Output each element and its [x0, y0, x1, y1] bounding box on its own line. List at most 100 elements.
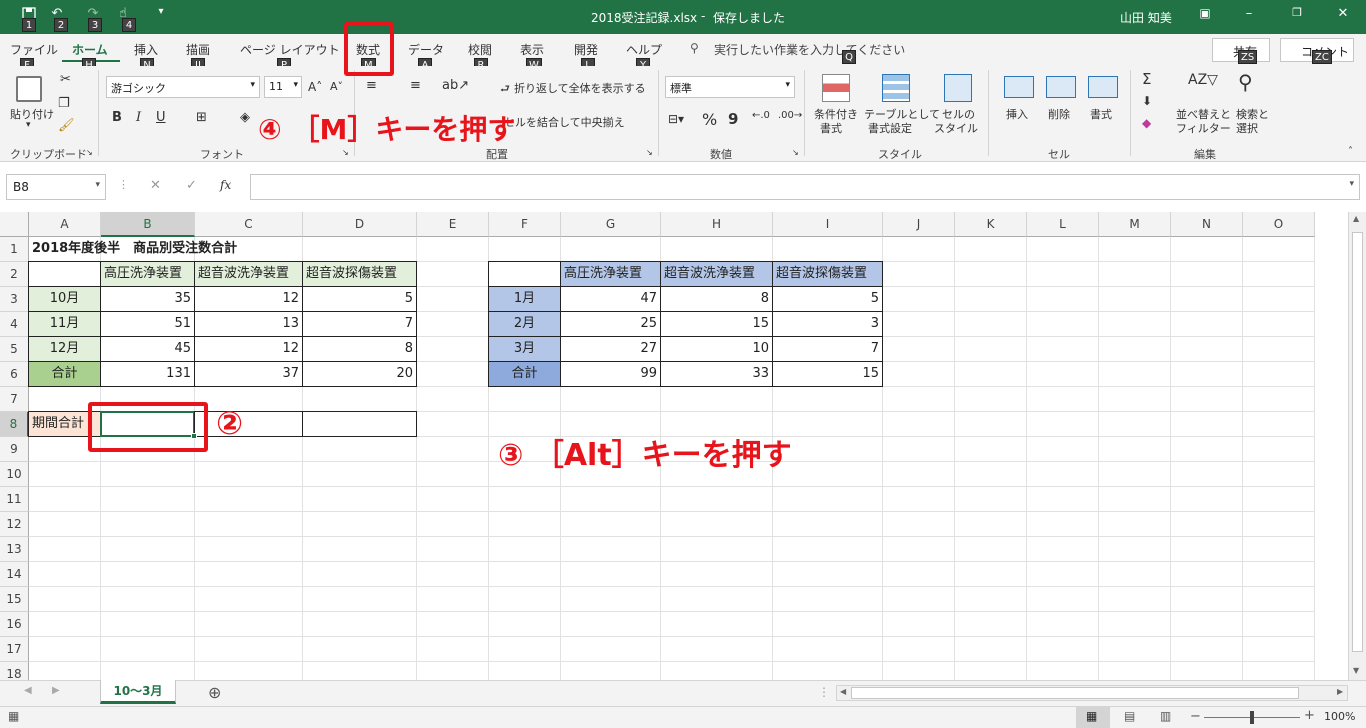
column-header-o[interactable]: O	[1243, 212, 1315, 237]
grid-cell[interactable]	[883, 662, 955, 680]
format-cells-icon[interactable]	[1088, 76, 1118, 98]
select-all-corner[interactable]	[0, 212, 29, 237]
paste-dropdown-icon[interactable]: ▾	[26, 120, 31, 130]
grid-cell[interactable]	[1099, 537, 1171, 562]
grid-cell[interactable]	[101, 562, 195, 587]
grid-cell[interactable]	[1171, 387, 1243, 412]
grid-cell[interactable]	[1171, 437, 1243, 462]
table2-cell[interactable]: 8	[660, 286, 773, 312]
grid-cell[interactable]	[1171, 512, 1243, 537]
grid-cell[interactable]	[1027, 337, 1099, 362]
grid-cell[interactable]	[1099, 662, 1171, 680]
column-header-e[interactable]: E	[417, 212, 489, 237]
grid-cell[interactable]	[1027, 237, 1099, 262]
grid-cell[interactable]	[773, 637, 883, 662]
grid-cell[interactable]	[29, 637, 101, 662]
grid-cell[interactable]	[195, 537, 303, 562]
column-header-h[interactable]: H	[661, 212, 773, 237]
grid-cell[interactable]	[1027, 287, 1099, 312]
formula-input[interactable]: ▾	[250, 174, 1360, 200]
grid-cell[interactable]	[1027, 537, 1099, 562]
number-format-select[interactable]: 標準 ▾	[665, 76, 795, 98]
grid-cell[interactable]	[955, 462, 1027, 487]
grid-cell[interactable]	[1027, 612, 1099, 637]
grid-cell[interactable]	[1099, 562, 1171, 587]
grid-cell[interactable]	[773, 537, 883, 562]
table2-row-label[interactable]: 合計	[488, 361, 561, 387]
comma-button[interactable]: 9	[728, 110, 738, 128]
tab-page-layout[interactable]: ページ レイアウト	[240, 41, 340, 58]
grid-cell[interactable]	[1171, 587, 1243, 612]
column-header-k[interactable]: K	[955, 212, 1027, 237]
grid-cell[interactable]	[883, 462, 955, 487]
grid-cell[interactable]	[1099, 637, 1171, 662]
grid-cell[interactable]	[773, 237, 883, 262]
grid-cell[interactable]	[303, 637, 417, 662]
vertical-scrollbar[interactable]: ▲ ▼	[1348, 212, 1366, 680]
grid-cell[interactable]	[661, 487, 773, 512]
sort-filter-label2[interactable]: フィルター	[1176, 120, 1231, 136]
grid-cell[interactable]	[195, 512, 303, 537]
grid-cell[interactable]	[955, 387, 1027, 412]
grid-cell[interactable]	[1171, 412, 1243, 437]
column-header-l[interactable]: L	[1027, 212, 1099, 237]
row-header-9[interactable]: 9	[0, 437, 29, 462]
table2-cell[interactable]: 10	[660, 336, 773, 362]
grid-cell[interactable]	[661, 612, 773, 637]
grid-cell[interactable]	[1243, 587, 1315, 612]
vertical-scroll-thumb[interactable]	[1352, 232, 1363, 652]
table1-cell[interactable]: 8	[302, 336, 417, 362]
grid-cell[interactable]	[1027, 662, 1099, 680]
grid-cell[interactable]	[955, 312, 1027, 337]
table2-row-label[interactable]: 1月	[488, 286, 561, 312]
grid-cell[interactable]	[561, 662, 661, 680]
tab-insert[interactable]: 挿入	[134, 41, 158, 58]
increase-decimal-icon[interactable]: ←.0	[752, 110, 770, 121]
paste-label[interactable]: 貼り付け	[10, 106, 54, 122]
grid-cell[interactable]	[1027, 562, 1099, 587]
grid-cell[interactable]	[417, 387, 489, 412]
column-header-j[interactable]: J	[883, 212, 955, 237]
grid-cell[interactable]	[1171, 237, 1243, 262]
table1-cell[interactable]: 5	[302, 286, 417, 312]
grid-cell[interactable]	[489, 587, 561, 612]
grid-cell[interactable]	[661, 662, 773, 680]
grid-cell[interactable]	[955, 487, 1027, 512]
grid-cell[interactable]	[1171, 262, 1243, 287]
table1-cell[interactable]: 51	[100, 311, 195, 337]
merge-center-button[interactable]: セルを結合して中央揃え	[504, 114, 625, 130]
next-sheet-icon[interactable]: ▶	[52, 685, 60, 696]
decrease-font-icon[interactable]: A˅	[330, 80, 343, 93]
fill-icon[interactable]: ⬇	[1142, 94, 1152, 108]
copy-icon[interactable]: ❐	[58, 96, 70, 111]
grid-cell[interactable]	[303, 487, 417, 512]
horizontal-scrollbar[interactable]: ◀ ▶	[836, 685, 1348, 701]
grid-cell[interactable]	[1027, 637, 1099, 662]
table2-cell[interactable]: 3	[772, 311, 883, 337]
grid-cell[interactable]	[1171, 537, 1243, 562]
grid-cell[interactable]	[29, 462, 101, 487]
paste-icon[interactable]	[16, 76, 42, 102]
grid-cell[interactable]	[661, 512, 773, 537]
grid-cell[interactable]	[883, 637, 955, 662]
grid-cell[interactable]	[661, 237, 773, 262]
row-header-16[interactable]: 16	[0, 612, 29, 637]
grid-cell[interactable]	[1243, 387, 1315, 412]
grid-cell[interactable]	[1099, 512, 1171, 537]
grid-cell[interactable]	[195, 587, 303, 612]
italic-button[interactable]: I	[136, 110, 141, 125]
grid-cell[interactable]	[101, 662, 195, 680]
grid-cell[interactable]	[661, 587, 773, 612]
grid-cell[interactable]	[883, 362, 955, 387]
grid-cell[interactable]	[1099, 387, 1171, 412]
grid-cell[interactable]	[1171, 612, 1243, 637]
font-size-select[interactable]: 11 ▾	[264, 76, 302, 98]
grid-cell[interactable]	[417, 287, 489, 312]
grid-cell[interactable]	[1243, 462, 1315, 487]
grid-cell[interactable]	[561, 487, 661, 512]
find-select-label2[interactable]: 選択	[1236, 120, 1258, 136]
grid-cell[interactable]	[955, 287, 1027, 312]
row-header-15[interactable]: 15	[0, 587, 29, 612]
conditional-formatting-label2[interactable]: 書式	[820, 120, 842, 136]
delete-cells-label[interactable]: 削除	[1048, 106, 1070, 122]
